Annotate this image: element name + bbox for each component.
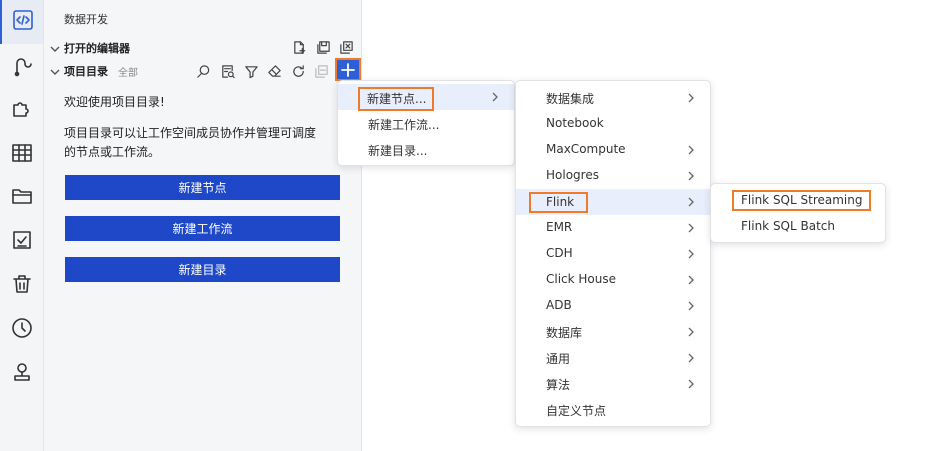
welcome-text-line2: 的节点或工作流。 — [64, 145, 161, 159]
new-directory-button[interactable]: 新建目录 — [65, 257, 340, 282]
menu-item-label: Flink — [529, 192, 589, 213]
menu-item-adb[interactable]: ADB — [516, 293, 710, 319]
menu-item-emr[interactable]: EMR — [516, 215, 710, 241]
close-all-icon[interactable] — [337, 38, 355, 56]
menu-item-label: 自定义节点 — [546, 404, 607, 418]
chevron-down-icon — [49, 63, 61, 75]
chevron-right-icon — [490, 91, 500, 103]
section-title: 项目目录 — [64, 65, 108, 78]
menu-item-label: 通用 — [546, 352, 571, 366]
menu-item-label: 新建节点... — [358, 87, 435, 111]
section-open-editors[interactable]: 打开的编辑器 — [44, 37, 362, 59]
menu-item-label: 算法 — [546, 378, 571, 392]
chevron-right-icon — [686, 300, 696, 312]
chevron-right-icon — [686, 222, 696, 234]
menu-item-new-directory[interactable]: 新建目录... — [338, 137, 514, 163]
plus-icon — [340, 62, 356, 78]
chevron-right-icon — [686, 196, 696, 208]
activity-bar — [0, 0, 44, 451]
activity-profile[interactable] — [6, 358, 38, 390]
menu-item-database[interactable]: 数据库 — [516, 319, 710, 345]
chevron-right-icon — [686, 274, 696, 286]
menu-item-general[interactable]: 通用 — [516, 345, 710, 371]
save-all-icon[interactable] — [314, 38, 332, 56]
locate-icon[interactable] — [218, 62, 236, 80]
menu-item-label: Flink SQL Batch — [741, 219, 835, 233]
puzzle-icon — [10, 96, 34, 124]
data-integration-icon — [10, 54, 34, 82]
menu-item-label: CDH — [546, 246, 573, 260]
code-icon — [11, 8, 35, 36]
chevron-right-icon — [686, 378, 696, 390]
menu-item-maxcompute[interactable]: MaxCompute — [516, 137, 710, 163]
activity-table[interactable] — [6, 139, 38, 171]
clear-icon[interactable] — [265, 62, 283, 80]
section-title: 打开的编辑器 — [64, 42, 130, 55]
menu-item-notebook[interactable]: Notebook — [516, 111, 710, 137]
menu-item-label: Hologres — [546, 168, 599, 182]
menu-item-label: 新建目录... — [368, 144, 428, 158]
filter-icon[interactable] — [242, 62, 260, 80]
table-icon — [10, 141, 34, 169]
menu-item-flink-sql-batch[interactable]: Flink SQL Batch — [711, 214, 885, 240]
activity-components[interactable] — [6, 94, 38, 126]
chevron-right-icon — [686, 170, 696, 182]
menu-item-flink-sql-streaming[interactable]: Flink SQL Streaming — [711, 188, 885, 214]
menu-item-label: 新建工作流... — [368, 118, 440, 132]
menu-item-label: 数据库 — [546, 326, 583, 340]
section-project-directory[interactable]: 项目目录 全部 — [44, 60, 362, 82]
trash-icon — [10, 272, 34, 300]
menu-item-label: 数据集成 — [546, 92, 595, 106]
activity-tasks[interactable] — [6, 226, 38, 258]
menu-item-cdh[interactable]: CDH — [516, 241, 710, 267]
search-icon[interactable] — [194, 62, 212, 80]
create-menu: 新建节点... 新建工作流... 新建目录... — [337, 80, 515, 166]
menu-item-data-integration[interactable]: 数据集成 — [516, 85, 710, 111]
activity-files[interactable] — [6, 182, 38, 214]
filter-label[interactable]: 全部 — [118, 64, 138, 79]
menu-item-clickhouse[interactable]: Click House — [516, 267, 710, 293]
clock-icon — [10, 316, 34, 344]
chevron-right-icon — [686, 144, 696, 156]
activity-recycle[interactable] — [6, 270, 38, 302]
welcome-heading: 欢迎使用项目目录! — [64, 95, 165, 109]
menu-item-hologres[interactable]: Hologres — [516, 163, 710, 189]
new-file-icon[interactable] — [290, 38, 308, 56]
activity-history[interactable] — [6, 314, 38, 346]
welcome-text-line1: 项目目录可以让工作空间成员协作并管理可调度 — [64, 126, 317, 140]
checklist-icon — [10, 228, 34, 256]
chevron-down-icon — [49, 40, 61, 52]
chevron-right-icon — [686, 352, 696, 364]
chevron-right-icon — [686, 92, 696, 104]
new-node-button[interactable]: 新建节点 — [65, 175, 340, 200]
project-panel: 数据开发 打开的编辑器 项目目录 全部 欢迎使用项目目录! 项目目录可以让工作空… — [44, 0, 362, 451]
stamp-icon — [10, 360, 34, 388]
menu-item-label: EMR — [546, 220, 573, 234]
folder-icon — [10, 184, 34, 212]
new-workflow-button[interactable]: 新建工作流 — [65, 216, 340, 241]
node-type-menu: 数据集成 Notebook MaxCompute Hologres Flink … — [515, 80, 711, 427]
chevron-right-icon — [686, 326, 696, 338]
chevron-right-icon — [686, 248, 696, 260]
refresh-icon[interactable] — [289, 62, 307, 80]
collapse-all-icon[interactable] — [312, 62, 330, 80]
activity-integration[interactable] — [6, 52, 38, 84]
menu-item-new-workflow[interactable]: 新建工作流... — [338, 111, 514, 137]
menu-item-custom-node[interactable]: 自定义节点 — [516, 397, 710, 423]
menu-item-label: Click House — [546, 272, 617, 286]
menu-item-label: ADB — [546, 298, 572, 312]
menu-item-label: MaxCompute — [546, 142, 626, 156]
activity-code[interactable] — [0, 0, 43, 44]
panel-title: 数据开发 — [64, 13, 108, 26]
menu-item-label: Flink SQL Streaming — [732, 190, 872, 211]
menu-item-label: Notebook — [546, 116, 604, 130]
menu-item-new-node[interactable]: 新建节点... — [338, 84, 514, 111]
menu-item-flink[interactable]: Flink — [516, 189, 710, 215]
menu-item-algorithm[interactable]: 算法 — [516, 371, 710, 397]
flink-submenu: Flink SQL Streaming Flink SQL Batch — [710, 183, 886, 243]
create-button[interactable] — [335, 58, 361, 81]
